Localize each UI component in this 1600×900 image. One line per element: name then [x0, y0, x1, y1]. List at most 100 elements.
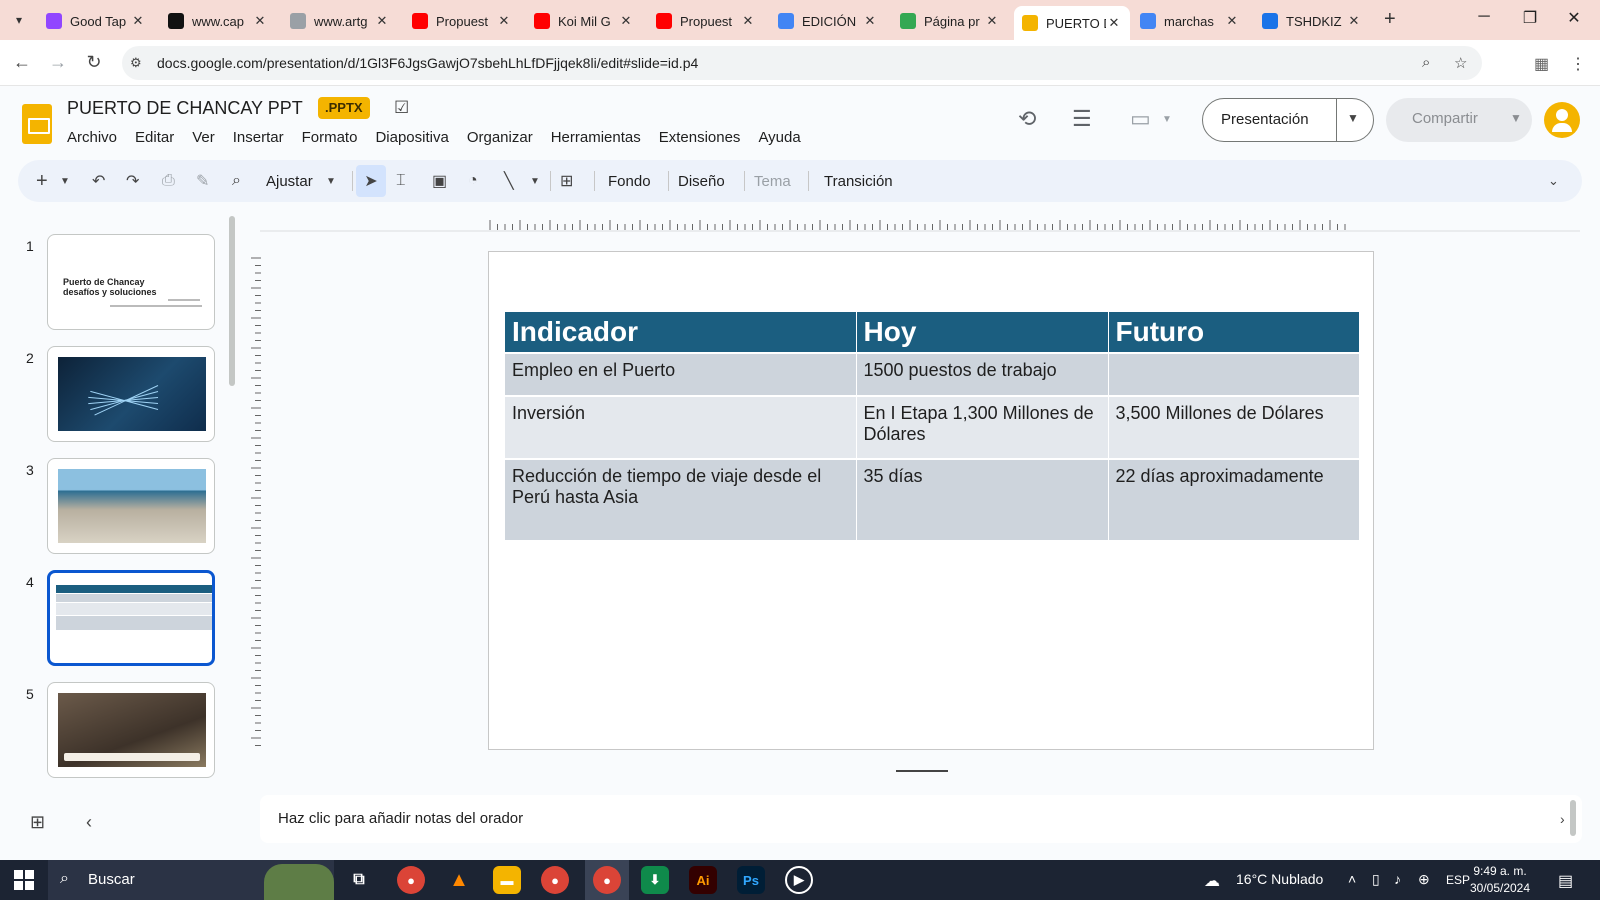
- vertical-ruler[interactable]: [250, 240, 262, 760]
- close-tab-icon[interactable]: ✕: [984, 13, 1000, 29]
- menu-item-2[interactable]: Ver: [183, 126, 224, 149]
- table-header-cell[interactable]: Hoy: [856, 312, 1109, 353]
- slide-thumbnail-1[interactable]: Puerto de Chancay desafíos y soluciones: [47, 234, 215, 330]
- illustrator-icon[interactable]: Ai: [689, 866, 717, 894]
- task-view-icon[interactable]: ⧉: [345, 866, 373, 894]
- present-button[interactable]: Presentación ▼: [1202, 98, 1374, 142]
- image-icon[interactable]: ▣: [432, 169, 447, 193]
- browser-tab[interactable]: Propuest ✕: [648, 6, 764, 36]
- table-cell[interactable]: 35 días: [856, 458, 1109, 540]
- close-tab-icon[interactable]: ✕: [1224, 13, 1240, 29]
- undo-icon[interactable]: ↶: [92, 169, 105, 193]
- meet-camera-icon[interactable]: ▭: [1130, 106, 1151, 132]
- menu-item-8[interactable]: Extensiones: [650, 126, 750, 149]
- document-title[interactable]: PUERTO DE CHANCAY PPT: [67, 98, 303, 119]
- close-tab-icon[interactable]: ✕: [1346, 13, 1362, 29]
- close-window-button[interactable]: ✕: [1552, 8, 1596, 28]
- horizontal-ruler[interactable]: [260, 218, 1580, 232]
- table-cell[interactable]: 1500 puestos de trabajo: [856, 352, 1109, 396]
- avatar[interactable]: [1544, 102, 1580, 138]
- menu-item-1[interactable]: Editar: [126, 126, 183, 149]
- minimize-button[interactable]: ─: [1462, 8, 1506, 26]
- more-menu-icon[interactable]: ⋮: [1570, 54, 1586, 74]
- select-cursor-icon[interactable]: ➤: [356, 165, 386, 197]
- media-player-icon[interactable]: ▶: [785, 866, 813, 894]
- menu-item-5[interactable]: Diapositiva: [366, 126, 457, 149]
- comments-icon[interactable]: ☰: [1072, 106, 1092, 132]
- close-tab-icon[interactable]: ✕: [740, 13, 756, 29]
- slides-logo-icon[interactable]: [22, 104, 52, 144]
- table-header-cell[interactable]: Futuro: [1108, 312, 1360, 353]
- photoshop-icon[interactable]: Ps: [737, 866, 765, 894]
- close-tab-icon[interactable]: ✕: [1106, 15, 1122, 31]
- zoom-icon[interactable]: ⌕: [1422, 54, 1430, 71]
- bookmark-star-icon[interactable]: ☆: [1454, 54, 1467, 72]
- chevron-up-icon[interactable]: ˄: [1348, 871, 1356, 887]
- menu-item-4[interactable]: Formato: [293, 126, 367, 149]
- shape-icon[interactable]: ◔: [468, 169, 478, 193]
- new-slide-dropdown-icon[interactable]: ▼: [60, 169, 70, 193]
- volume-icon[interactable]: ♪: [1394, 871, 1401, 887]
- table-cell[interactable]: [1108, 352, 1360, 396]
- notifications-icon[interactable]: ▤: [1558, 871, 1573, 891]
- forward-icon[interactable]: →: [46, 52, 70, 73]
- filmstrip-scrollbar[interactable]: [229, 216, 235, 386]
- tab-search-button[interactable]: ▾: [8, 9, 30, 31]
- zoom-icon[interactable]: ⌕: [232, 169, 241, 193]
- meet-dropdown-icon[interactable]: ▼: [1162, 114, 1172, 125]
- text-box-icon[interactable]: ⌶: [396, 169, 406, 193]
- slide-thumbnail-3[interactable]: [47, 458, 215, 554]
- chevron-right-icon[interactable]: ›: [1560, 811, 1565, 827]
- layout-button[interactable]: Diseño: [678, 169, 725, 193]
- close-tab-icon[interactable]: ✕: [374, 13, 390, 29]
- chevron-down-icon[interactable]: ▼: [1347, 111, 1359, 125]
- collapse-filmstrip-icon[interactable]: ‹: [86, 812, 92, 833]
- history-icon[interactable]: ⟲: [1018, 106, 1036, 132]
- browser-tab[interactable]: marchas ✕: [1132, 6, 1248, 36]
- reload-icon[interactable]: ↻: [82, 52, 106, 73]
- table-cell[interactable]: 3,500 Millones de Dólares: [1108, 395, 1360, 459]
- close-tab-icon[interactable]: ✕: [862, 13, 878, 29]
- transition-button[interactable]: Transición: [824, 169, 893, 193]
- browser-tab[interactable]: Propuest ✕: [404, 6, 520, 36]
- chrome-profile-icon[interactable]: ●: [541, 866, 569, 894]
- browser-tab[interactable]: www.artg ✕: [282, 6, 398, 36]
- line-icon[interactable]: ╲: [504, 169, 514, 193]
- add-comment-icon[interactable]: ⊞: [560, 169, 573, 193]
- table-cell[interactable]: Empleo en el Puerto: [505, 352, 857, 396]
- vlc-icon[interactable]: ▲: [445, 866, 473, 894]
- restore-button[interactable]: ❐: [1508, 8, 1552, 28]
- browser-tab[interactable]: TSHDKIZ ✕: [1254, 6, 1370, 36]
- menu-item-7[interactable]: Herramientas: [542, 126, 650, 149]
- notes-resize-handle[interactable]: [896, 770, 948, 772]
- browser-tab[interactable]: Good Tap ✕: [38, 6, 154, 36]
- close-tab-icon[interactable]: ✕: [130, 13, 146, 29]
- close-tab-icon[interactable]: ✕: [496, 13, 512, 29]
- site-info-icon[interactable]: ⚙: [130, 55, 142, 71]
- menu-item-9[interactable]: Ayuda: [749, 126, 809, 149]
- browser-tab[interactable]: PUERTO D✕: [1014, 6, 1130, 40]
- file-explorer-icon[interactable]: ▬: [493, 866, 521, 894]
- menu-item-3[interactable]: Insertar: [224, 126, 293, 149]
- table-cell[interactable]: 22 días aproximadamente: [1108, 458, 1360, 540]
- speaker-notes[interactable]: Haz clic para añadir notas del orador ›: [260, 795, 1582, 843]
- slide-thumbnail-2[interactable]: [47, 346, 215, 442]
- weather-icon[interactable]: ☁: [1204, 871, 1220, 891]
- share-button[interactable]: Compartir ▼: [1386, 98, 1532, 142]
- table-cell[interactable]: Inversión: [505, 395, 857, 459]
- windows-start-icon[interactable]: [14, 870, 34, 890]
- close-tab-icon[interactable]: ✕: [618, 13, 634, 29]
- speaker-notes-placeholder[interactable]: Haz clic para añadir notas del orador: [278, 810, 523, 827]
- notes-scrollbar[interactable]: [1570, 800, 1576, 836]
- grid-view-icon[interactable]: ⊞: [30, 812, 45, 833]
- extension-icon[interactable]: ▦: [1534, 54, 1549, 74]
- taskbar-search[interactable]: ⌕ Buscar: [48, 860, 334, 900]
- background-button[interactable]: Fondo: [608, 169, 651, 193]
- browser-tab[interactable]: EDICIÓN ✕: [770, 6, 886, 36]
- redo-icon[interactable]: ↷: [126, 169, 139, 193]
- browser-tab[interactable]: www.cap ✕: [160, 6, 276, 36]
- theme-button[interactable]: Tema: [754, 169, 791, 193]
- table-cell[interactable]: En I Etapa 1,300 Millones de Dólares: [856, 395, 1109, 459]
- close-tab-icon[interactable]: ✕: [252, 13, 268, 29]
- battery-icon[interactable]: ▯: [1372, 871, 1380, 888]
